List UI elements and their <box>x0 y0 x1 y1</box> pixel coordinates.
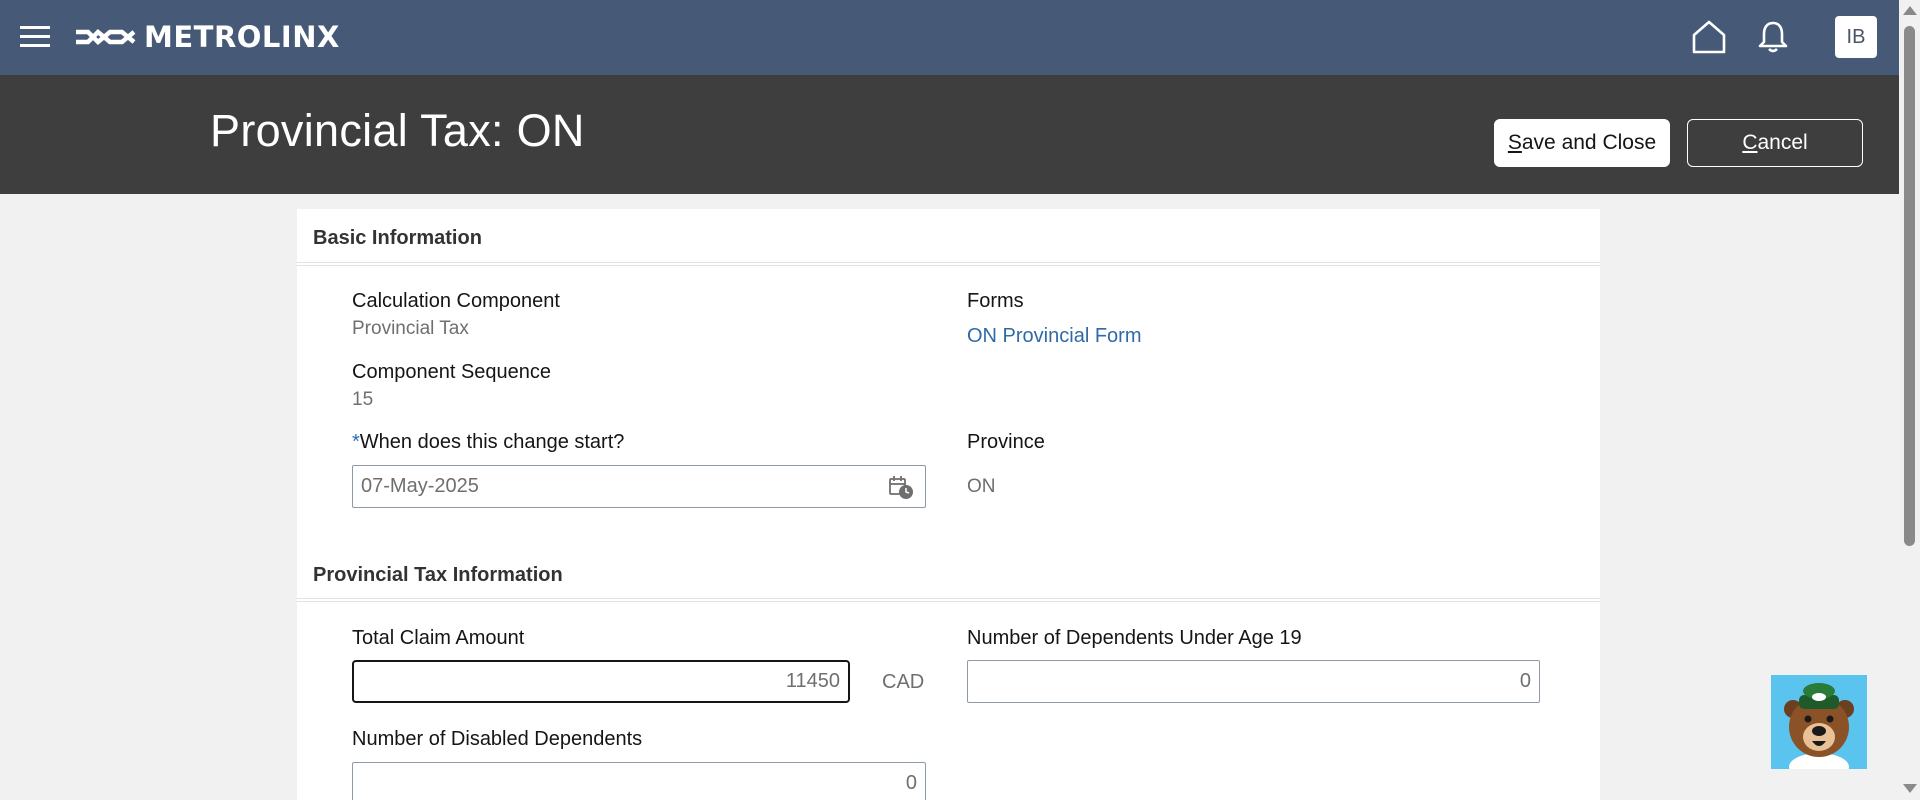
form-card: Basic Information Calculation Component … <box>297 209 1600 800</box>
calculation-component-value: Provincial Tax <box>352 318 469 339</box>
hamburger-menu-icon[interactable] <box>20 24 52 50</box>
start-date-input[interactable] <box>352 465 926 508</box>
home-icon[interactable] <box>1690 19 1728 55</box>
mascot-bear-icon <box>1784 683 1854 769</box>
start-date-label-text: When does this change start? <box>359 431 625 453</box>
component-sequence-value: 15 <box>352 389 374 410</box>
metrolinx-logo-icon <box>76 28 136 46</box>
metrolinx-logo[interactable]: METROLINX <box>74 20 340 54</box>
assistant-mascot[interactable] <box>1771 675 1867 769</box>
page-scrollbar[interactable] <box>1899 0 1920 800</box>
section-divider <box>297 598 1600 602</box>
user-avatar[interactable]: IB <box>1835 16 1877 58</box>
page-title: Provincial Tax: ON <box>210 105 585 156</box>
page-header: Provincial Tax: ON Save and Close Cancel <box>0 75 1899 194</box>
bell-icon[interactable] <box>1757 20 1789 54</box>
cancel-button-label: ancel <box>1757 131 1808 154</box>
section-divider <box>297 262 1600 266</box>
province-label: Province <box>967 431 1045 453</box>
required-indicator: * <box>352 431 360 453</box>
forms-label: Forms <box>967 290 1024 312</box>
save-button-label: ave and Close <box>1521 131 1657 154</box>
top-navigation-bar: METROLINX IB <box>0 0 1899 75</box>
dependents-under-19-label: Number of Dependents Under Age 19 <box>967 627 1302 649</box>
scroll-thumb[interactable] <box>1904 26 1915 546</box>
component-sequence-label: Component Sequence <box>352 361 552 383</box>
cancel-button[interactable]: Cancel <box>1687 119 1863 167</box>
currency-label: CAD <box>882 671 925 693</box>
disabled-dependents-input[interactable] <box>352 762 926 800</box>
brand-name: METROLINX <box>144 20 340 54</box>
scroll-up-arrow[interactable] <box>1903 6 1917 15</box>
total-claim-amount-input[interactable] <box>352 660 850 703</box>
calendar-icon[interactable] <box>888 474 914 500</box>
start-date-label: *When does this change start? <box>352 431 624 454</box>
dependents-under-19-input[interactable] <box>967 660 1540 703</box>
provincial-tax-information-header: Provincial Tax Information <box>313 564 563 586</box>
total-claim-amount-label: Total Claim Amount <box>352 627 525 649</box>
scroll-down-arrow[interactable] <box>1903 784 1917 793</box>
save-button-accesskey: S <box>1507 131 1522 154</box>
province-value: ON <box>967 476 996 497</box>
on-provincial-form-link[interactable]: ON Provincial Form <box>967 325 1141 348</box>
calculation-component-label: Calculation Component <box>352 290 560 312</box>
basic-information-header: Basic Information <box>313 227 482 249</box>
save-and-close-button[interactable]: Save and Close <box>1494 119 1670 167</box>
cancel-button-accesskey: C <box>1742 131 1758 154</box>
disabled-dependents-label: Number of Disabled Dependents <box>352 728 643 750</box>
